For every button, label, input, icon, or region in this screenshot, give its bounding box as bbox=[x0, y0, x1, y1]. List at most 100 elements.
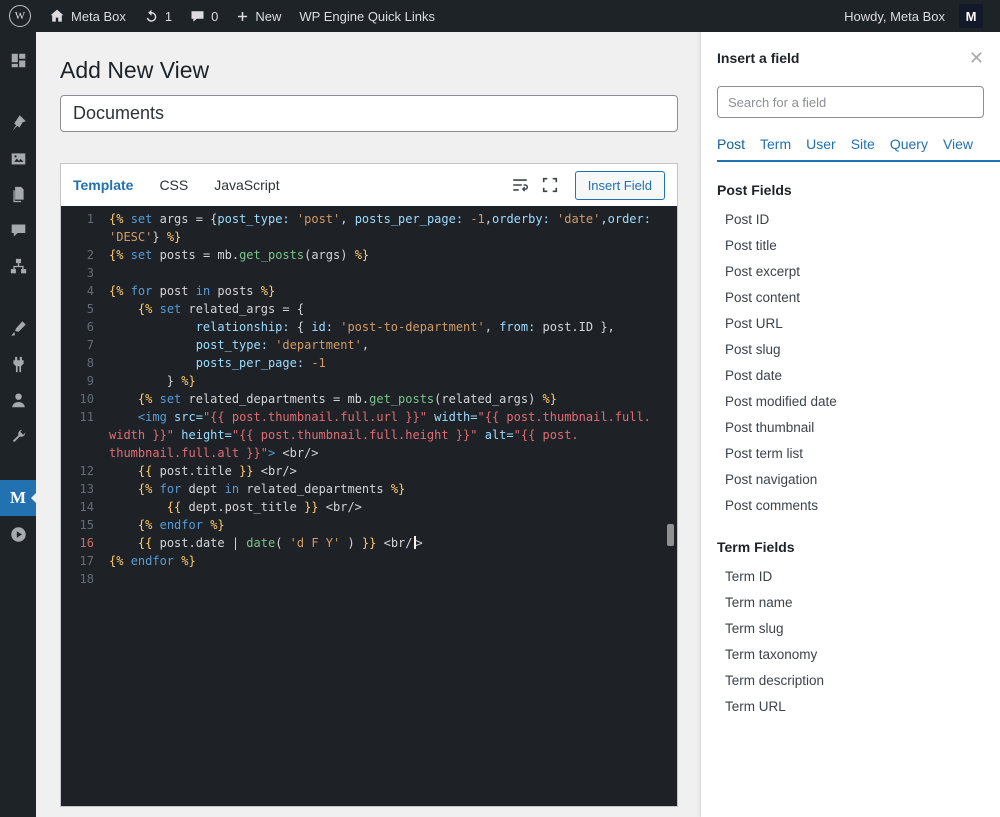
line-number: 7 bbox=[61, 336, 94, 354]
code-line[interactable]: 9 } %} bbox=[61, 372, 677, 390]
sidebar-item-pages[interactable] bbox=[0, 176, 36, 212]
field-item[interactable]: Post URL bbox=[717, 311, 984, 337]
panel-tab-term[interactable]: Term bbox=[760, 136, 791, 152]
sidebar-item-plugin-circle[interactable] bbox=[0, 516, 36, 552]
code-line[interactable]: 6 relationship: { id: 'post-to-departmen… bbox=[61, 318, 677, 336]
line-number: 5 bbox=[61, 300, 94, 318]
avatar: M bbox=[959, 4, 983, 28]
code-line[interactable]: 1{% set args = {post_type: 'post', posts… bbox=[61, 210, 677, 246]
field-search-input[interactable] bbox=[717, 86, 984, 118]
code-line[interactable]: 2{% set posts = mb.get_posts(args) %} bbox=[61, 246, 677, 264]
field-sections: Post FieldsPost IDPost titlePost excerpt… bbox=[717, 182, 984, 720]
code-line[interactable]: 3 bbox=[61, 264, 677, 282]
code-line[interactable]: 10 {% set related_departments = mb.get_p… bbox=[61, 390, 677, 408]
code-line[interactable]: 13 {% for dept in related_departments %} bbox=[61, 480, 677, 498]
view-title-input[interactable] bbox=[60, 95, 678, 132]
circle-arrow-icon bbox=[10, 526, 27, 543]
line-number: 9 bbox=[61, 372, 94, 390]
field-item[interactable]: Post ID bbox=[717, 207, 984, 233]
code-line[interactable]: 11 <img src="{{ post.thumbnail.full.url … bbox=[61, 408, 677, 462]
panel-tab-site[interactable]: Site bbox=[851, 136, 875, 152]
field-item[interactable]: Post navigation bbox=[717, 467, 984, 493]
view-editor: Template CSS JavaScript Insert Field 1{% s… bbox=[60, 163, 678, 807]
wordpress-admin: W Meta Box 1 0 New WP Engine Quick Links… bbox=[0, 0, 1000, 817]
howdy-menu[interactable]: Howdy, Meta Box M bbox=[835, 0, 992, 32]
site-menu[interactable]: Meta Box bbox=[40, 0, 135, 32]
code-line[interactable]: 17{% endfor %} bbox=[61, 552, 677, 570]
sitemap-icon bbox=[10, 258, 27, 275]
sidebar-item-plugins[interactable] bbox=[0, 346, 36, 382]
field-item[interactable]: Post modified date bbox=[717, 389, 984, 415]
comments-icon bbox=[190, 9, 205, 24]
fullscreen-icon[interactable] bbox=[541, 176, 559, 194]
field-item[interactable]: Post content bbox=[717, 285, 984, 311]
code-line[interactable]: 7 post_type: 'department', bbox=[61, 336, 677, 354]
site-name: Meta Box bbox=[71, 9, 126, 24]
code-line[interactable]: 16 {{ post.date | date( 'd F Y' ) }} <br… bbox=[61, 534, 677, 552]
editor-scrollbar-thumb[interactable] bbox=[667, 524, 674, 546]
field-item[interactable]: Post thumbnail bbox=[717, 415, 984, 441]
editor-actions: Insert Field bbox=[511, 171, 665, 200]
close-icon[interactable]: ✕ bbox=[969, 51, 984, 65]
line-number: 4 bbox=[61, 282, 94, 300]
home-icon bbox=[49, 8, 65, 24]
code-line[interactable]: 15 {% endfor %} bbox=[61, 516, 677, 534]
line-number: 12 bbox=[61, 462, 94, 480]
code-lines: 1{% set args = {post_type: 'post', posts… bbox=[61, 210, 677, 588]
wrap-lines-icon[interactable] bbox=[511, 176, 529, 194]
panel-tab-query[interactable]: Query bbox=[890, 136, 928, 152]
editor-tab-template[interactable]: Template bbox=[73, 177, 133, 193]
tools-wrench-icon bbox=[10, 428, 27, 445]
field-item[interactable]: Term URL bbox=[717, 694, 984, 720]
sidebar-separator bbox=[0, 78, 36, 104]
wp-logo-menu[interactable]: W bbox=[0, 0, 40, 32]
updates-count: 1 bbox=[165, 9, 172, 24]
sidebar-item-appearance[interactable] bbox=[0, 310, 36, 346]
field-item[interactable]: Term description bbox=[717, 668, 984, 694]
sidebar-item-comments[interactable] bbox=[0, 212, 36, 248]
field-item[interactable]: Post comments bbox=[717, 493, 984, 519]
field-item[interactable]: Term name bbox=[717, 590, 984, 616]
sidebar-item-meta-box[interactable]: M bbox=[0, 480, 36, 516]
sidebar-item-users[interactable] bbox=[0, 382, 36, 418]
code-line[interactable]: 4{% for post in posts %} bbox=[61, 282, 677, 300]
panel-tab-post[interactable]: Post bbox=[717, 136, 745, 152]
comments-menu[interactable]: 0 bbox=[181, 0, 227, 32]
panel-tab-user[interactable]: User bbox=[806, 136, 836, 152]
code-line[interactable]: 5 {% set related_args = { bbox=[61, 300, 677, 318]
code-editor[interactable]: 1{% set args = {post_type: 'post', posts… bbox=[61, 206, 677, 806]
field-item[interactable]: Post slug bbox=[717, 337, 984, 363]
sidebar-item-posts[interactable] bbox=[0, 104, 36, 140]
field-item[interactable]: Term slug bbox=[717, 616, 984, 642]
code-line[interactable]: 18 bbox=[61, 570, 677, 588]
field-item[interactable]: Post date bbox=[717, 363, 984, 389]
code-line[interactable]: 14 {{ dept.post_title }} <br/> bbox=[61, 498, 677, 516]
field-item[interactable]: Post title bbox=[717, 233, 984, 259]
line-number: 1 bbox=[61, 210, 94, 246]
line-number: 8 bbox=[61, 354, 94, 372]
new-menu[interactable]: New bbox=[227, 0, 290, 32]
updates-menu[interactable]: 1 bbox=[135, 0, 181, 32]
field-item[interactable]: Term ID bbox=[717, 564, 984, 590]
code-line[interactable]: 12 {{ post.title }} <br/> bbox=[61, 462, 677, 480]
line-number: 18 bbox=[61, 570, 94, 588]
sidebar-item-tools[interactable] bbox=[0, 418, 36, 454]
posts-pin-icon bbox=[10, 114, 27, 131]
line-number: 10 bbox=[61, 390, 94, 408]
field-item[interactable]: Term taxonomy bbox=[717, 642, 984, 668]
sidebar-item-dashboard[interactable] bbox=[0, 42, 36, 78]
insert-field-button[interactable]: Insert Field bbox=[575, 171, 665, 200]
editor-tab-css[interactable]: CSS bbox=[159, 177, 188, 193]
code-line[interactable]: 8 posts_per_page: -1 bbox=[61, 354, 677, 372]
field-item[interactable]: Post excerpt bbox=[717, 259, 984, 285]
field-item[interactable]: Post term list bbox=[717, 441, 984, 467]
sidebar-item-media[interactable] bbox=[0, 140, 36, 176]
panel-tab-view[interactable]: View bbox=[943, 136, 973, 152]
editor-tab-javascript[interactable]: JavaScript bbox=[214, 177, 279, 193]
new-label: New bbox=[255, 9, 281, 24]
wp-engine-quick-links[interactable]: WP Engine Quick Links bbox=[290, 0, 444, 32]
editor-tabs: Template CSS JavaScript bbox=[73, 177, 280, 193]
insert-field-panel: Insert a field ✕ PostTermUserSiteQueryVi… bbox=[700, 32, 1000, 817]
sidebar-item-structure[interactable] bbox=[0, 248, 36, 284]
line-number: 13 bbox=[61, 480, 94, 498]
